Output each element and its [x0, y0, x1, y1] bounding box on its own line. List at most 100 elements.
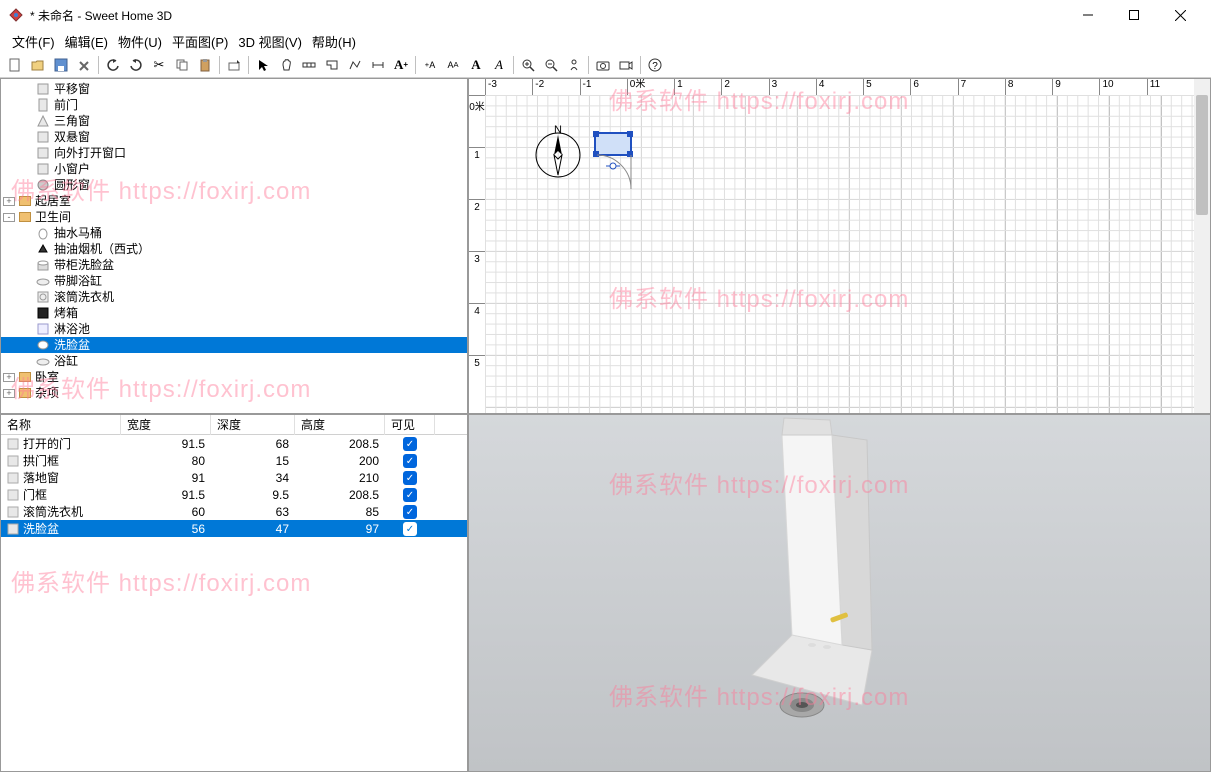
furniture-icon: [36, 146, 50, 160]
expand-toggle[interactable]: +: [3, 197, 15, 206]
catalog-item[interactable]: 带脚浴缸: [1, 273, 467, 289]
plan-grid[interactable]: N: [485, 95, 1194, 413]
menubar: 文件(F) 编辑(E) 物件(U) 平面图(P) 3D 视图(V) 帮助(H): [0, 30, 1211, 52]
folder-label: 卧室: [33, 369, 61, 385]
italic-button[interactable]: A: [488, 54, 510, 76]
video-button[interactable]: [615, 54, 637, 76]
table-row[interactable]: 落地窗9134210✓: [1, 469, 467, 486]
dimension-tool[interactable]: [367, 54, 389, 76]
compass-icon[interactable]: N: [530, 125, 586, 181]
wall-tool[interactable]: [298, 54, 320, 76]
separator: [640, 56, 641, 74]
copy-button[interactable]: [171, 54, 193, 76]
save-button[interactable]: [50, 54, 72, 76]
menu-objects[interactable]: 物件(U): [114, 30, 166, 53]
redo-button[interactable]: [125, 54, 147, 76]
zoom-in-button[interactable]: [517, 54, 539, 76]
catalog-item[interactable]: 双悬窗: [1, 129, 467, 145]
visible-checkbox[interactable]: ✓: [403, 522, 417, 536]
col-width[interactable]: 宽度: [121, 414, 211, 435]
catalog-label: 向外打开窗口: [52, 145, 128, 161]
menu-plan[interactable]: 平面图(P): [168, 30, 232, 53]
undo-button[interactable]: [102, 54, 124, 76]
help-button[interactable]: ?: [644, 54, 666, 76]
catalog-item[interactable]: 抽水马桶: [1, 225, 467, 241]
window-controls: [1065, 0, 1203, 30]
catalog-item[interactable]: 圆形窗: [1, 177, 467, 193]
furniture-icon: [36, 274, 50, 288]
ruler-tick: 11: [1147, 79, 1194, 95]
menu-3dview[interactable]: 3D 视图(V): [234, 30, 306, 53]
catalog-item[interactable]: 平移窗: [1, 81, 467, 97]
catalog-item[interactable]: 浴缸: [1, 353, 467, 369]
expand-toggle[interactable]: +: [3, 373, 15, 382]
new-button[interactable]: [4, 54, 26, 76]
text-tool[interactable]: A+: [390, 54, 412, 76]
room-tool[interactable]: [321, 54, 343, 76]
catalog-item[interactable]: 淋浴池: [1, 321, 467, 337]
text-size-up[interactable]: +A: [419, 54, 441, 76]
menu-help[interactable]: 帮助(H): [308, 30, 360, 53]
zoom-out-button[interactable]: [540, 54, 562, 76]
preferences-button[interactable]: [73, 54, 95, 76]
catalog-item[interactable]: 烤箱: [1, 305, 467, 321]
cell-height: 200: [295, 453, 385, 469]
pan-tool[interactable]: [275, 54, 297, 76]
minimize-button[interactable]: [1065, 0, 1111, 30]
plan-view[interactable]: -3-2-10米1234567891011 0米12345 N: [468, 78, 1211, 414]
add-furniture-button[interactable]: [223, 54, 245, 76]
plan-furniture-door[interactable]: [593, 131, 653, 191]
paste-button[interactable]: [194, 54, 216, 76]
visible-checkbox[interactable]: ✓: [403, 488, 417, 502]
table-row[interactable]: 滚筒洗衣机606385✓: [1, 503, 467, 520]
catalog-folder[interactable]: +起居室: [1, 193, 467, 209]
expand-toggle[interactable]: +: [3, 389, 15, 398]
polyline-tool[interactable]: [344, 54, 366, 76]
catalog-item[interactable]: 向外打开窗口: [1, 145, 467, 161]
col-visible[interactable]: 可见: [385, 414, 435, 435]
photo-button[interactable]: [592, 54, 614, 76]
cell-height: 208.5: [295, 487, 385, 503]
table-row[interactable]: 门框91.59.5208.5✓: [1, 486, 467, 503]
separator: [98, 56, 99, 74]
catalog-item[interactable]: 前门: [1, 97, 467, 113]
catalog-item[interactable]: 洗脸盆: [1, 337, 467, 353]
catalog-folder[interactable]: + 卧室: [1, 369, 467, 385]
menu-edit[interactable]: 编辑(E): [61, 30, 112, 53]
3d-view[interactable]: 佛系软件 https://foxirj.com 佛系软件 https://fox…: [468, 414, 1211, 772]
viewer-button[interactable]: [563, 54, 585, 76]
catalog-item[interactable]: 滚筒洗衣机: [1, 289, 467, 305]
select-tool[interactable]: [252, 54, 274, 76]
catalog-item[interactable]: 抽油烟机（西式）: [1, 241, 467, 257]
furniture-table[interactable]: 名称 宽度 深度 高度 可见 打开的门91.568208.5✓拱门框801520…: [0, 414, 468, 772]
col-depth[interactable]: 深度: [211, 414, 295, 435]
catalog-folder[interactable]: -卫生间: [1, 209, 467, 225]
table-row[interactable]: 拱门框8015200✓: [1, 452, 467, 469]
visible-checkbox[interactable]: ✓: [403, 437, 417, 451]
cut-button[interactable]: ✂: [148, 54, 170, 76]
text-size-down[interactable]: AA: [442, 54, 464, 76]
catalog-folder[interactable]: +杂项: [1, 385, 467, 401]
ruler-tick: 1: [674, 79, 721, 95]
bold-button[interactable]: A: [465, 54, 487, 76]
col-name[interactable]: 名称: [1, 414, 121, 435]
visible-checkbox[interactable]: ✓: [403, 454, 417, 468]
menu-file[interactable]: 文件(F): [8, 30, 59, 53]
plan-scrollbar[interactable]: [1194, 95, 1210, 413]
furniture-catalog[interactable]: 平移窗前门三角窗双悬窗向外打开窗口小窗户圆形窗+起居室-卫生间抽水马桶抽油烟机（…: [0, 78, 468, 414]
catalog-item[interactable]: 小窗户: [1, 161, 467, 177]
catalog-label: 前门: [52, 97, 80, 113]
catalog-item[interactable]: 带柜洗脸盆: [1, 257, 467, 273]
expand-toggle[interactable]: -: [3, 213, 15, 222]
table-row[interactable]: 洗脸盆564797✓: [1, 520, 467, 537]
furniture-icon: [36, 290, 50, 304]
table-row[interactable]: 打开的门91.568208.5✓: [1, 435, 467, 452]
maximize-button[interactable]: [1111, 0, 1157, 30]
cell-depth: 15: [211, 453, 295, 469]
col-height[interactable]: 高度: [295, 414, 385, 435]
close-button[interactable]: [1157, 0, 1203, 30]
open-button[interactable]: [27, 54, 49, 76]
visible-checkbox[interactable]: ✓: [403, 471, 417, 485]
catalog-item[interactable]: 三角窗: [1, 113, 467, 129]
visible-checkbox[interactable]: ✓: [403, 505, 417, 519]
